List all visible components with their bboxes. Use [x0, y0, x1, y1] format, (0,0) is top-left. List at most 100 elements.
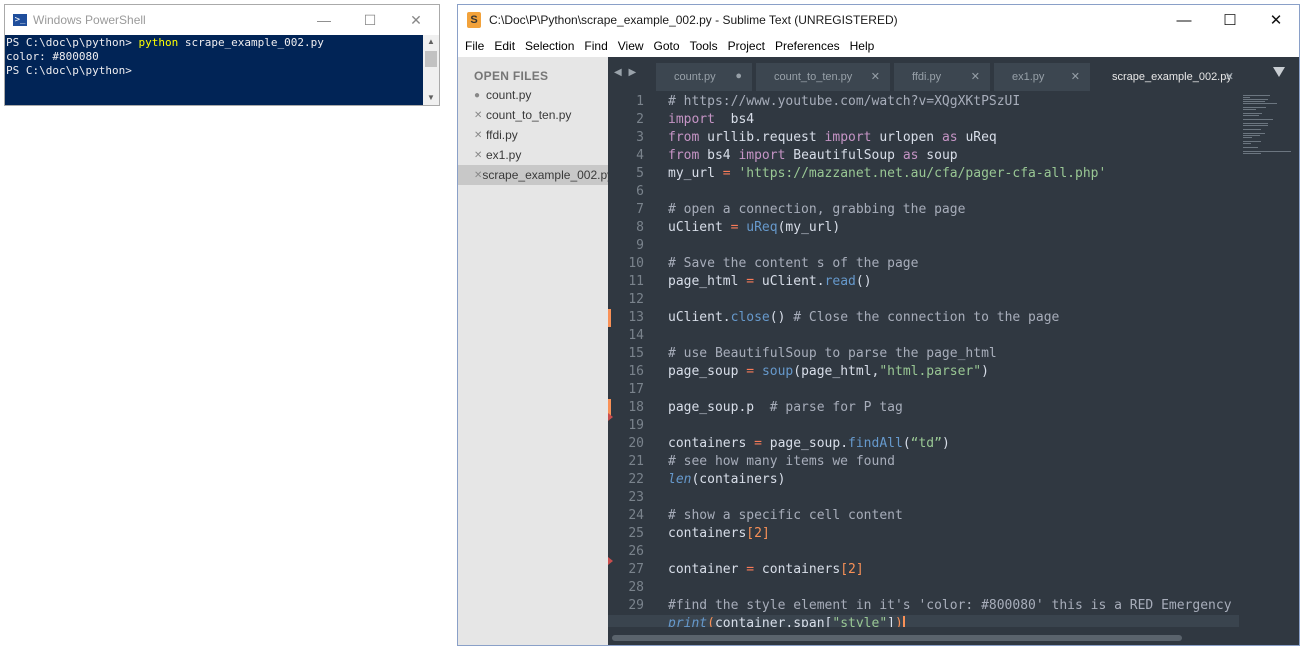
tab-scrape-example-002-py[interactable]: scrape_example_002.py ✕ — [1094, 63, 1244, 91]
code-token: ) — [895, 616, 903, 627]
modified-dot-icon[interactable]: ● — [735, 70, 742, 82]
line-number: 4 — [636, 148, 644, 163]
code-line[interactable]: # Save the content s of the page — [668, 255, 918, 273]
console-args: scrape_example_002.py — [178, 36, 324, 49]
powershell-titlebar[interactable]: >_ Windows PowerShell — ☐ ✕ — [5, 5, 439, 35]
code-token: uReq — [957, 130, 997, 145]
close-icon[interactable]: ✕ — [393, 5, 439, 35]
sublime-titlebar[interactable]: S C:\Doc\P\Python\scrape_example_002.py … — [458, 5, 1299, 35]
close-file-icon[interactable]: ✕ — [474, 150, 486, 161]
line-number: 23 — [628, 490, 644, 505]
menu-find[interactable]: Find — [581, 39, 614, 53]
editor[interactable]: ◀ ▶ count.py ● count_to_ten.py ✕ ffdi.py ✕ ex1… — [608, 57, 1299, 645]
code-line[interactable]: # show a specific cell content — [668, 507, 903, 525]
sidebar-file-item[interactable]: ✕ ffdi.py — [458, 125, 608, 145]
scroll-thumb[interactable] — [425, 51, 437, 67]
code-line[interactable]: from urllib.request import urlopen as uR… — [668, 129, 997, 147]
code-line[interactable]: from bs4 import BeautifulSoup as soup — [668, 147, 958, 165]
minimize-icon[interactable]: — — [301, 5, 347, 35]
tab-close-icon[interactable]: ✕ — [1071, 70, 1080, 83]
scroll-up-icon[interactable]: ▲ — [423, 35, 439, 49]
code-line[interactable]: print(container.span["style"]) — [668, 615, 905, 627]
code-line[interactable]: # open a connection, grabbing the page — [668, 201, 965, 219]
tab-dropdown-icon[interactable] — [1273, 67, 1285, 77]
tab-count-py[interactable]: count.py ● — [656, 63, 752, 91]
sidebar-file-item[interactable]: ● count.py — [458, 85, 608, 105]
code-token: container.span[ — [714, 616, 833, 627]
menu-goto[interactable]: Goto — [651, 39, 687, 53]
powershell-console[interactable]: PS C:\doc\p\python> python scrape_exampl… — [5, 35, 423, 105]
code-line[interactable]: containers = page_soup.findAll(“td”) — [668, 435, 950, 453]
sidebar-file-item[interactable]: ✕ scrape_example_002.py — [458, 165, 608, 185]
menu-tools[interactable]: Tools — [687, 39, 725, 53]
sublime-window[interactable]: S C:\Doc\P\Python\scrape_example_002.py … — [457, 4, 1300, 646]
scroll-thumb[interactable] — [612, 635, 1182, 641]
menu-selection[interactable]: Selection — [522, 39, 581, 53]
powershell-scrollbar[interactable]: ▲ ▼ — [423, 35, 439, 105]
tab-ffdi-py[interactable]: ffdi.py ✕ — [894, 63, 990, 91]
code-token: soup — [761, 364, 794, 379]
code-text[interactable]: # https://www.youtube.com/watch?v=XQgXKt… — [668, 91, 1239, 627]
code-token: uClient. — [668, 310, 731, 325]
tab-ex1-py[interactable]: ex1.py ✕ — [994, 63, 1090, 91]
horizontal-scrollbar[interactable] — [608, 627, 1299, 645]
console-prompt: PS C:\doc\p\python> — [6, 36, 139, 49]
powershell-icon: >_ — [13, 14, 27, 26]
menu-edit[interactable]: Edit — [491, 39, 522, 53]
code-line[interactable]: # use BeautifulSoup to parse the page_ht… — [668, 345, 997, 363]
tab-nav-arrows-icon[interactable]: ◀ ▶ — [614, 67, 638, 78]
tab-close-icon[interactable]: ✕ — [971, 70, 980, 83]
powershell-window[interactable]: >_ Windows PowerShell — ☐ ✕ PS C:\doc\p\… — [4, 4, 440, 106]
minimize-icon[interactable]: — — [1161, 5, 1207, 35]
menu-project[interactable]: Project — [725, 39, 772, 53]
tab-close-icon[interactable]: ✕ — [1225, 70, 1234, 83]
code-token: soup — [918, 148, 958, 163]
scroll-down-icon[interactable]: ▼ — [423, 91, 439, 105]
code-line[interactable]: my_url = 'https://mazzanet.net.au/cfa/pa… — [668, 165, 1106, 183]
code-line[interactable]: container = containers[2] — [668, 561, 864, 579]
maximize-icon[interactable]: ☐ — [1207, 5, 1253, 35]
close-file-icon[interactable]: ✕ — [474, 110, 486, 121]
code-token: page_soup. — [761, 436, 849, 451]
code-token: read — [824, 274, 856, 289]
code-line[interactable]: import bs4 — [668, 111, 754, 129]
code-token: #find the style element in it's 'color: … — [668, 598, 1239, 613]
code-token: ] — [761, 526, 770, 541]
code-line[interactable]: page_soup = soup(page_html,"html.parser"… — [668, 363, 989, 381]
code-line[interactable]: page_html = uClient.read() — [668, 273, 872, 291]
sidebar-file-item[interactable]: ✕ count_to_ten.py — [458, 105, 608, 125]
code-line[interactable]: uClient = uReq(my_url) — [668, 219, 840, 237]
code-token: urllib.request — [699, 130, 825, 145]
tab-count-to-ten-py[interactable]: count_to_ten.py ✕ — [756, 63, 890, 91]
code-line[interactable]: uClient.close() # Close the connection t… — [668, 309, 1059, 327]
modified-dot-icon[interactable]: ● — [474, 90, 486, 101]
menu-preferences[interactable]: Preferences — [772, 39, 847, 53]
code-line[interactable]: len(containers) — [668, 471, 785, 489]
line-number: 20 — [628, 436, 644, 451]
code-line[interactable]: #find the style element in it's 'color: … — [668, 597, 1239, 615]
sidebar-file-name: scrape_example_002.py — [482, 168, 608, 182]
code-token: uClient. — [754, 274, 825, 289]
close-file-icon[interactable]: ✕ — [474, 170, 482, 181]
maximize-icon[interactable]: ☐ — [347, 5, 393, 35]
code-line[interactable]: page_soup.p # parse for P tag — [668, 399, 903, 417]
sidebar-file-name: count.py — [486, 88, 532, 102]
sidebar-file-item[interactable]: ✕ ex1.py — [458, 145, 608, 165]
code-area[interactable]: 1 2 3 4 5 6 7 8 9 10 11 12 13 14 15 16 17 18 19 20 21 22 23 24 2… — [608, 91, 1299, 627]
tab-close-icon[interactable]: ✕ — [871, 70, 880, 83]
code-token: # show a specific cell content — [668, 508, 903, 523]
close-file-icon[interactable]: ✕ — [474, 130, 486, 141]
menu-file[interactable]: File — [462, 39, 491, 53]
sidebar-file-name: ffdi.py — [486, 128, 518, 142]
code-line[interactable]: containers[2] — [668, 525, 770, 543]
code-line[interactable]: # see how many items we found — [668, 453, 895, 471]
menu-view[interactable]: View — [615, 39, 651, 53]
minimap[interactable] — [1239, 91, 1299, 627]
console-line: PS C:\doc\p\python> python scrape_exampl… — [6, 36, 423, 50]
code-line[interactable]: # https://www.youtube.com/watch?v=XQgXKt… — [668, 93, 1020, 111]
code-token: ] — [887, 616, 895, 627]
code-token: 2 — [754, 526, 762, 541]
line-number: 27 — [628, 562, 644, 577]
close-icon[interactable]: ✕ — [1253, 5, 1299, 35]
menu-help[interactable]: Help — [847, 39, 882, 53]
